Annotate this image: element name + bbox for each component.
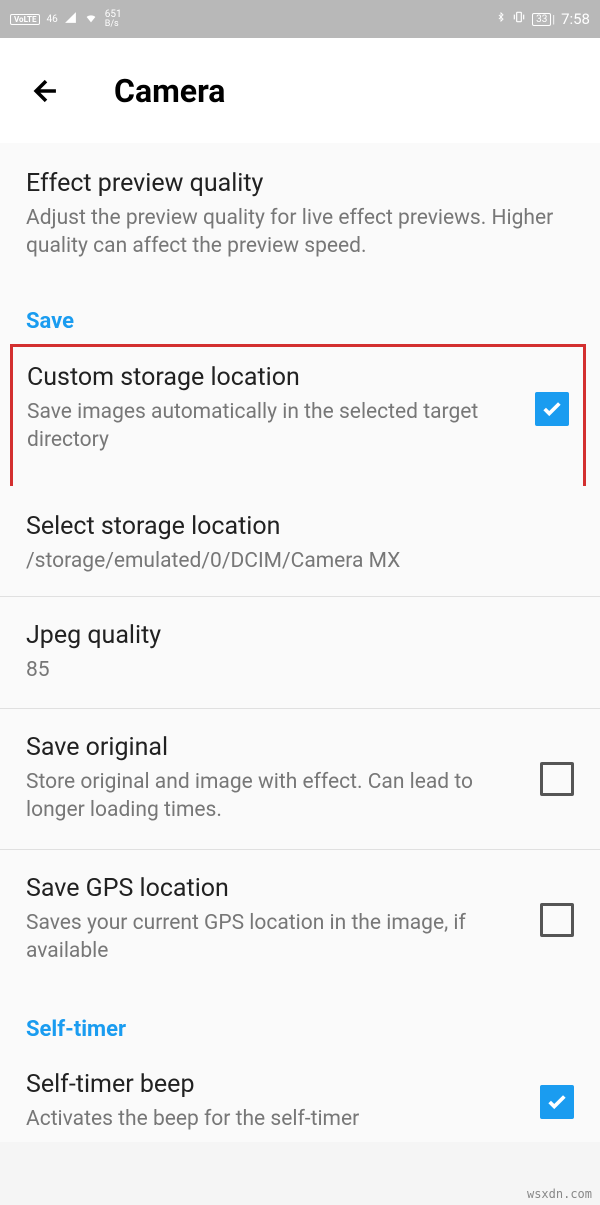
setting-title: Custom storage location (27, 363, 519, 392)
page-title: Camera (114, 72, 225, 110)
setting-desc: Activates the beep for the self-timer (26, 1105, 524, 1133)
setting-title: Self-timer beep (26, 1070, 524, 1099)
check-icon (546, 1091, 568, 1113)
setting-save-original[interactable]: Save original Store original and image w… (0, 709, 600, 850)
data-unit: B/s (105, 20, 122, 29)
battery-block: 33 | (532, 13, 555, 26)
setting-title: Select storage location (26, 512, 574, 541)
data-rate: 651 (105, 10, 122, 20)
check-icon (541, 398, 563, 420)
data-rate-block: 651 B/s (105, 10, 122, 29)
setting-selftimer-beep[interactable]: Self-timer beep Activates the beep for t… (0, 1052, 600, 1141)
setting-jpeg-quality[interactable]: Jpeg quality 85 (0, 597, 600, 709)
app-bar: Camera (0, 38, 600, 143)
settings-list: Effect preview quality Adjust the previe… (0, 143, 600, 1142)
back-arrow-icon (29, 74, 63, 108)
section-header-save: Save (0, 281, 600, 344)
section-header-selftimer: Self-timer (0, 989, 600, 1052)
vibrate-icon (512, 10, 526, 28)
setting-select-storage[interactable]: Select storage location /storage/emulate… (0, 486, 600, 596)
checkbox-save-original[interactable] (540, 762, 574, 796)
setting-title: Save GPS location (26, 874, 524, 903)
setting-effect-preview[interactable]: Effect preview quality Adjust the previe… (0, 143, 600, 281)
status-left: VoLTE 46 651 B/s (10, 10, 122, 29)
wifi-icon (83, 11, 99, 28)
battery-percent: 33 (532, 13, 551, 26)
setting-title: Jpeg quality (26, 621, 574, 650)
volte-badge: VoLTE (10, 14, 40, 25)
setting-title: Effect preview quality (26, 169, 574, 198)
setting-title: Save original (26, 733, 524, 762)
setting-save-gps[interactable]: Save GPS location Saves your current GPS… (0, 850, 600, 990)
status-bar: VoLTE 46 651 B/s 33 | 7:58 (0, 0, 600, 38)
back-button[interactable] (28, 73, 64, 109)
checkbox-custom-storage[interactable] (535, 392, 569, 426)
setting-desc: Save images automatically in the selecte… (27, 398, 519, 455)
setting-desc: Adjust the preview quality for live effe… (26, 204, 574, 261)
setting-desc: Saves your current GPS location in the i… (26, 909, 524, 966)
clock: 7:58 (561, 10, 590, 28)
watermark: wsxdn.com (527, 1187, 592, 1201)
checkbox-save-gps[interactable] (540, 903, 574, 937)
setting-desc: /storage/emulated/0/DCIM/Camera MX (26, 547, 574, 575)
signal-strength: 46 (46, 14, 57, 25)
bluetooth-icon (496, 10, 506, 28)
setting-value: 85 (26, 656, 574, 684)
signal-icon (64, 11, 77, 28)
setting-custom-storage[interactable]: Custom storage location Save images auto… (10, 344, 586, 487)
battery-bracket: | (552, 13, 555, 26)
setting-desc: Store original and image with effect. Ca… (26, 768, 524, 825)
status-right: 33 | 7:58 (496, 10, 590, 28)
checkbox-selftimer-beep[interactable] (540, 1085, 574, 1119)
